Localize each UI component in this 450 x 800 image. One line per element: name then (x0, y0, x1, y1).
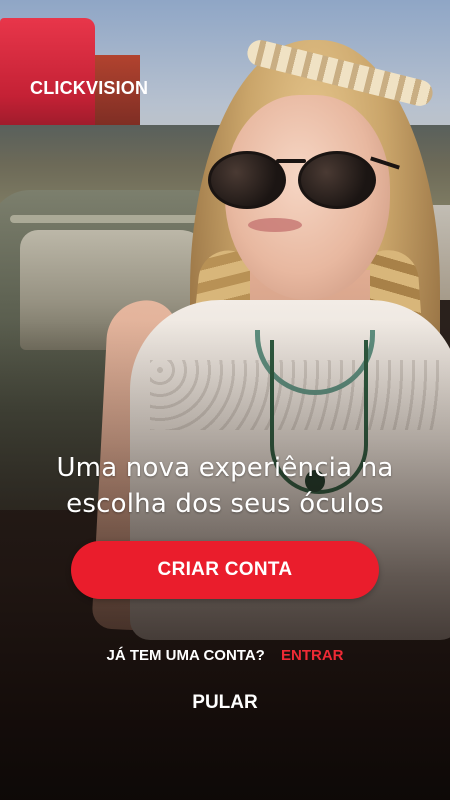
login-link[interactable]: ENTRAR (281, 647, 344, 664)
brand-logo: CLICKVISION (30, 78, 149, 98)
tagline: Uma nova experiência na escolha dos seus… (20, 450, 430, 522)
bottom-gradient-overlay (0, 0, 450, 800)
tagline-line-1: Uma nova experiência na (56, 453, 394, 483)
tagline-line-2: escolha dos seus óculos (66, 489, 384, 519)
skip-button[interactable]: PULAR (175, 688, 275, 718)
have-account-label: JÁ TEM UMA CONTA? (106, 647, 265, 664)
create-account-button[interactable]: CRIAR CONTA (71, 541, 379, 599)
login-prompt: JÁ TEM UMA CONTA? ENTRAR (0, 647, 450, 664)
welcome-screen: CLICKVISION Uma nova experiência na esco… (0, 0, 450, 800)
